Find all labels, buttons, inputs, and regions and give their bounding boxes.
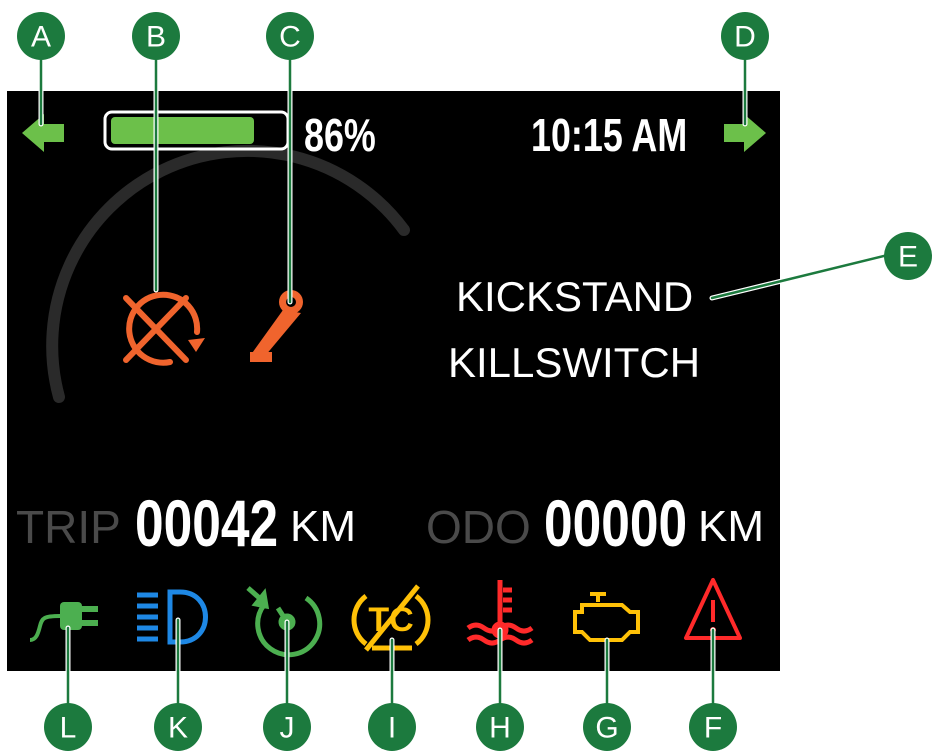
check-engine-icon (573, 592, 640, 642)
svg-text:B: B (146, 21, 166, 54)
callout-c: C (266, 12, 314, 60)
warning-killswitch: KILLSWITCH (448, 339, 701, 386)
callout-j: J (263, 703, 311, 751)
svg-text:D: D (734, 21, 756, 54)
callout-d: D (721, 12, 769, 60)
kickstand-icon (250, 290, 303, 362)
battery-icon (103, 110, 290, 151)
svg-text:A: A (31, 21, 51, 54)
motor-inhibit-icon (123, 291, 205, 366)
svg-text:I: I (388, 712, 396, 745)
high-beam-icon (137, 589, 208, 645)
svg-text:G: G (595, 712, 618, 745)
callout-e: E (884, 232, 932, 280)
gauge-arc (46, 144, 410, 403)
callout-i: I (368, 703, 416, 751)
callout-k: K (154, 703, 202, 751)
trip-label: TRIP (16, 501, 121, 553)
odo-value: 00000 (544, 486, 688, 560)
clock-time: 10:15 AM (531, 109, 688, 161)
odo-label: ODO (426, 501, 531, 553)
callout-b: B (132, 12, 180, 60)
diagram: TC (0, 0, 934, 754)
svg-text:J: J (280, 712, 295, 745)
odo-unit: KM (698, 502, 764, 551)
trip-unit: KM (290, 502, 356, 551)
callout-f: F (689, 703, 737, 751)
cruise-control-icon (246, 586, 323, 658)
svg-text:K: K (168, 712, 188, 745)
callout-g: G (583, 703, 631, 751)
svg-text:L: L (60, 712, 77, 745)
battery-fill (111, 117, 254, 144)
svg-text:E: E (898, 241, 918, 274)
callout-h: H (476, 703, 524, 751)
plug-charging-icon (29, 602, 98, 642)
svg-text:H: H (489, 712, 511, 745)
svg-text:F: F (704, 712, 722, 745)
callout-l: L (44, 703, 92, 751)
trip-value: 00042 (135, 486, 279, 560)
svg-text:C: C (279, 21, 301, 54)
warning-kickstand: KICKSTAND (456, 273, 694, 320)
battery-percent: 86% (304, 109, 376, 161)
callout-a: A (17, 12, 65, 60)
